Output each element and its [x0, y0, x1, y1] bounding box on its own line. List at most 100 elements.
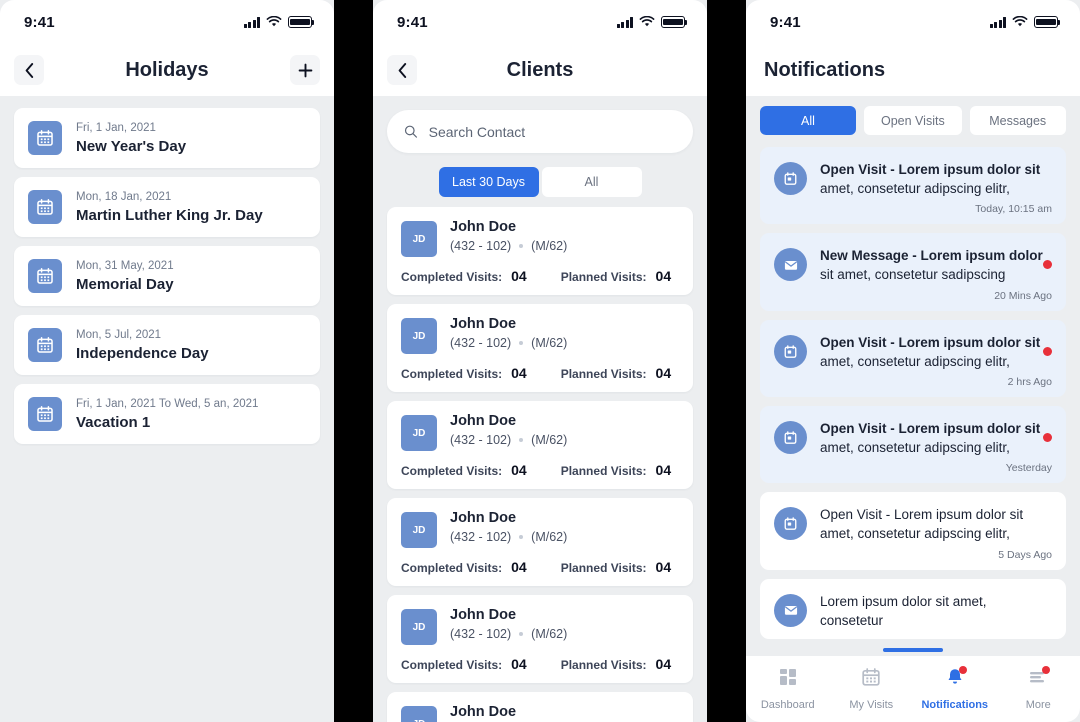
back-button[interactable]: [14, 55, 44, 85]
client-list[interactable]: JD John Doe (432 - 102) (M/62) Completed Vis…: [373, 207, 707, 722]
client-card[interactable]: JDJohn Doe(432 - 102)(M/62)Completed Vis…: [387, 207, 693, 295]
segment-all[interactable]: All: [541, 167, 642, 197]
client-demographics: (M/62): [531, 530, 568, 544]
notification-card[interactable]: Open Visit - Lorem ipsum dolor sit amet, …: [760, 319, 1066, 397]
planned-visits-value: 04: [655, 559, 672, 575]
bottom-tab-bar[interactable]: Dashboard My Visits Notifications More: [746, 656, 1080, 722]
notification-line-2: amet, consetetur adipscing elitr,: [820, 353, 1010, 369]
tab-messages[interactable]: Messages: [969, 106, 1066, 135]
badge-dot-icon: [958, 666, 967, 674]
add-holiday-button[interactable]: [290, 55, 320, 85]
calendar-icon: [784, 517, 797, 531]
plus-icon: [298, 63, 312, 77]
client-card[interactable]: JDJohn Doe(432 - 102)(M/62)Completed Vis…: [387, 401, 693, 489]
phone-screen-notifications: 9:41 Notifications All Open Visits Message…: [746, 0, 1080, 722]
calendar-icon: [784, 172, 797, 185]
notification-line-2: amet, consetetur adipscing elitr,: [820, 440, 1010, 456]
calendar-icon: [37, 130, 53, 146]
client-id: (432 - 102): [450, 433, 512, 447]
calendar-tile-icon: [28, 121, 62, 155]
calendar-icon: [37, 199, 53, 215]
tab-open-visits[interactable]: Open Visits: [864, 106, 962, 135]
calendar-icon: [784, 344, 797, 358]
planned-visits-value: 04: [655, 268, 672, 284]
holiday-name: Independence Day: [76, 344, 209, 362]
tabbar-label: Dashboard: [760, 699, 815, 711]
notification-filter-tabs[interactable]: All Open Visits Messages: [746, 96, 1080, 135]
notification-card[interactable]: New Message - Lorem ipsum dolor sit amet,…: [760, 233, 1066, 311]
search-input[interactable]: [428, 123, 676, 140]
segment-last-30-days[interactable]: Last 30 Days: [438, 167, 539, 197]
tabbar-item-dashboard[interactable]: Dashboard: [746, 667, 830, 711]
separator-dot-icon: [519, 341, 524, 345]
client-name: John Doe: [450, 607, 517, 623]
status-time: 9:41: [24, 13, 55, 31]
search-bar[interactable]: [387, 110, 693, 153]
status-icons: [616, 16, 688, 28]
holiday-card[interactable]: Mon, 18 Jan, 2021 Martin Luther King Jr. …: [14, 177, 320, 237]
client-card[interactable]: JDJohn Doe(432 - 102)(M/62)Completed Vis…: [387, 304, 693, 392]
holiday-card[interactable]: Fri, 1 Jan, 2021 To Wed, 5 an, 2021 Vacat…: [14, 384, 320, 444]
client-id: (432 - 102): [450, 239, 512, 253]
tabbar-item-more[interactable]: More: [997, 666, 1080, 711]
client-card[interactable]: JDJohn Doe(432 - 102)(M/62)Completed Vis…: [387, 498, 693, 586]
avatar: JD: [401, 415, 437, 451]
unread-dot-icon: [1043, 432, 1052, 442]
tabbar-item-my-visits[interactable]: My Visits: [830, 667, 914, 711]
page-title: Holidays: [125, 58, 209, 81]
tab-all[interactable]: All: [760, 106, 856, 135]
planned-visits-label: Planned Visits:: [560, 658, 647, 672]
holiday-card[interactable]: Fri, 1 Jan, 2021 New Year's Day: [14, 108, 320, 168]
avatar: JD: [401, 512, 437, 548]
screen-divider: [707, 0, 746, 722]
calendar-icon: [37, 268, 53, 284]
client-name: John Doe: [450, 704, 517, 720]
client-demographics: (M/62): [531, 336, 568, 350]
cellular-signal-icon: [989, 16, 1006, 28]
search-icon: [404, 125, 418, 138]
notification-card[interactable]: Open Visit - Lorem ipsum dolor sit amet, …: [760, 492, 1066, 570]
tabbar-item-notifications[interactable]: Notifications: [913, 666, 997, 711]
status-icons: [243, 16, 315, 28]
completed-visits-label: Completed Visits:: [401, 464, 503, 478]
client-name: John Doe: [450, 316, 517, 332]
envelope-icon-badge: [774, 248, 807, 282]
separator-dot-icon: [519, 438, 524, 442]
client-name: John Doe: [450, 219, 517, 235]
status-time: 9:41: [770, 13, 801, 31]
unread-dot-icon: [1043, 346, 1052, 356]
notification-list[interactable]: Open Visit - Lorem ipsum dolor sit amet, …: [746, 135, 1080, 652]
chevron-left-icon: [398, 62, 406, 78]
notification-card[interactable]: Open Visit - Lorem ipsum dolor sit amet, …: [760, 405, 1066, 484]
separator-dot-icon: [519, 244, 524, 248]
notification-line-1: New Message - Lorem ipsum dolor: [820, 248, 1043, 264]
calendar-icon: [37, 337, 53, 353]
wifi-icon: [639, 16, 655, 27]
planned-visits-label: Planned Visits:: [560, 464, 647, 478]
client-name: John Doe: [450, 510, 517, 526]
client-card[interactable]: JDJohn Doe(432 - 102)(M/62)Completed Vis…: [387, 692, 693, 722]
wifi-icon: [1012, 16, 1028, 27]
notification-card[interactable]: Lorem ipsum dolor sit amet, consetetur: [760, 578, 1066, 639]
avatar: JD: [401, 706, 437, 722]
calendar-icon-badge: [774, 507, 807, 541]
notification-line-1: Open Visit - Lorem ipsum dolor sit: [820, 507, 1024, 523]
holiday-list[interactable]: Fri, 1 Jan, 2021 New Year's Day Mon, 18 Ja…: [0, 96, 334, 722]
avatar: JD: [401, 221, 437, 257]
navigation-bar-holidays: Holidays: [0, 44, 334, 96]
back-button[interactable]: [387, 55, 417, 85]
client-card[interactable]: JDJohn Doe(432 - 102)(M/62)Completed Vis…: [387, 595, 693, 683]
search-section: [373, 96, 707, 153]
holiday-card[interactable]: Mon, 5 Jul, 2021 Independence Day: [14, 315, 320, 375]
holiday-name: Vacation 1: [76, 413, 151, 431]
client-demographics: (M/62): [531, 433, 568, 447]
completed-visits-label: Completed Visits:: [401, 367, 503, 381]
planned-visits-value: 04: [655, 656, 672, 672]
battery-icon: [288, 16, 315, 28]
holiday-card[interactable]: Mon, 31 May, 2021 Memorial Day: [14, 246, 320, 306]
calendar-tile-icon: [28, 397, 62, 431]
date-range-segmented-control[interactable]: Last 30 Days All: [373, 153, 707, 207]
notification-line-2: amet, consetetur adipscing elitr,: [820, 526, 1010, 542]
notification-card[interactable]: Open Visit - Lorem ipsum dolor sit amet, …: [760, 147, 1066, 225]
chevron-left-icon: [25, 62, 33, 78]
